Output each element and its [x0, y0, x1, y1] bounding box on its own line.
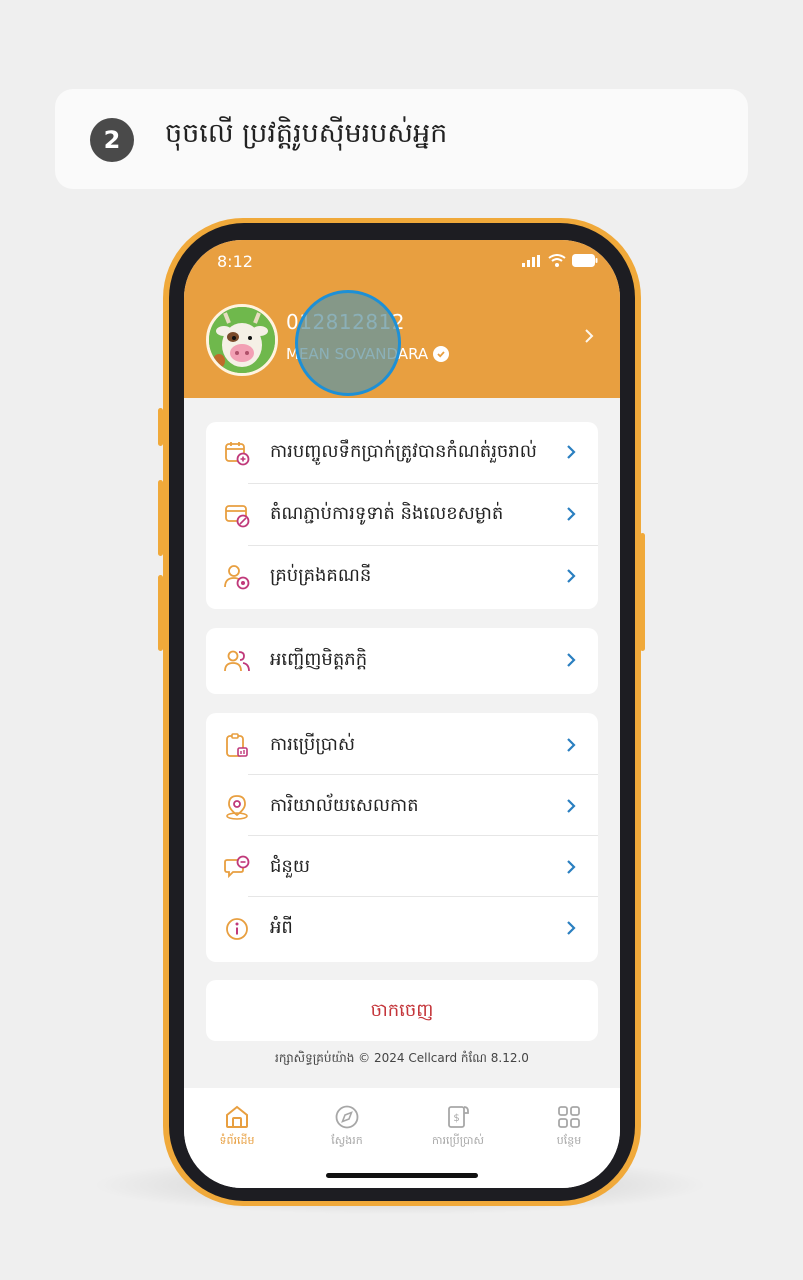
- compass-icon: [335, 1105, 359, 1129]
- signal-icon: [522, 254, 540, 267]
- profile-header[interactable]: 8:12: [184, 240, 620, 398]
- invite-friends-icon: [224, 650, 250, 672]
- tab-label: ការប្រើប្រាស់: [432, 1134, 484, 1147]
- menu-item-invite-friends[interactable]: អញ្ជើញមិត្តភក្តិ: [206, 630, 598, 691]
- chevron-right-icon: [567, 653, 576, 667]
- menu-item-label: អំពី: [270, 917, 293, 938]
- tab-explore[interactable]: ស្វែងរក: [307, 1104, 387, 1150]
- phone-side-button: [158, 480, 163, 556]
- divider: [248, 896, 598, 897]
- phone-side-button: [158, 408, 163, 446]
- tab-label: បន្ថែម: [556, 1134, 582, 1147]
- chevron-right-icon: [567, 445, 576, 459]
- chevron-right-icon: [567, 507, 576, 521]
- phone-side-button: [640, 533, 645, 651]
- copyright-text: រក្សាសិទ្ធគ្រប់យ៉ាង © 2024 Cellcard កំណែ…: [275, 1051, 529, 1065]
- card-settings-icon: [225, 505, 250, 528]
- chevron-right-icon[interactable]: [584, 328, 594, 348]
- step-instruction: ចុចលើ ប្រវត្តិរូបស៊ីមរបស់អ្នក: [165, 118, 448, 149]
- phone-screen: 8:12 ការបញ្ចូលទឹកប្រាក់ត្រូវបានកំណត់រួចរ…: [184, 240, 620, 1188]
- chevron-right-icon: [567, 799, 576, 813]
- step-number-badge: 2: [90, 118, 134, 162]
- menu-item-label: ជំនួយ: [270, 856, 310, 877]
- menu-group-account: ការបញ្ចូលទឹកប្រាក់ត្រូវបានកំណត់រួចរាល់ ត…: [206, 422, 598, 609]
- calendar-plus-icon: [225, 442, 250, 466]
- location-pin-icon: [226, 795, 248, 820]
- grid-icon: [558, 1106, 580, 1128]
- divider: [248, 835, 598, 836]
- menu-item-scheduled-topup[interactable]: ការបញ្ចូលទឹកប្រាក់ត្រូវបានកំណត់រួចរាល់: [206, 422, 598, 483]
- menu-item-payment-link[interactable]: តំណភ្ជាប់ការទូទាត់ និងលេខសម្ងាត់: [206, 484, 598, 545]
- menu-item-label: អញ្ជើញមិត្តភក្តិ: [270, 649, 368, 670]
- tab-more[interactable]: បន្ថែម: [529, 1104, 609, 1150]
- chevron-right-icon: [567, 738, 576, 752]
- divider: [248, 774, 598, 775]
- menu-item-usage[interactable]: ការប្រើប្រាស់: [206, 715, 598, 776]
- home-icon: [226, 1105, 248, 1128]
- info-icon: [226, 918, 248, 940]
- chevron-right-icon: [567, 569, 576, 583]
- menu-item-about[interactable]: អំពី: [206, 898, 598, 959]
- tab-label: ស្វែងរក: [331, 1134, 363, 1147]
- menu-item-help[interactable]: ជំនួយ: [206, 837, 598, 898]
- menu-item-label: ការិយាល័យសេលកាត: [270, 795, 419, 816]
- tab-usage[interactable]: $ ការប្រើប្រាស់: [418, 1104, 498, 1150]
- status-time: 8:12: [217, 252, 253, 271]
- chevron-right-icon: [567, 860, 576, 874]
- menu-item-label: ការប្រើប្រាស់: [270, 734, 355, 755]
- menu-group-support: ការប្រើប្រាស់ ការិយាល័យសេលកាត ជំនួយ អំពី: [206, 713, 598, 962]
- help-chat-icon: [224, 855, 250, 879]
- home-indicator: [326, 1173, 478, 1178]
- wifi-icon: [548, 254, 566, 267]
- menu-group-invite: អញ្ជើញមិត្តភក្តិ: [206, 628, 598, 694]
- menu-item-manage-account[interactable]: គ្រប់គ្រងគណនី: [206, 546, 598, 607]
- menu-item-label: ការបញ្ចូលទឹកប្រាក់ត្រូវបានកំណត់រួចរាល់: [270, 441, 537, 462]
- bottom-tab-bar: ទំព័រដើម ស្វែងរក $ ការប្រើប្រាស់ បន្ថែម: [184, 1088, 620, 1188]
- tab-label: ទំព័រដើម: [219, 1134, 255, 1147]
- svg-text:$: $: [453, 1113, 459, 1124]
- check-circle-icon: [433, 346, 450, 362]
- usage-icon: [226, 733, 248, 757]
- menu-item-cellcard-office[interactable]: ការិយាល័យសេលកាត: [206, 776, 598, 837]
- user-settings-icon: [224, 565, 250, 590]
- receipt-icon: $: [448, 1106, 469, 1128]
- menu-item-label: តំណភ្ជាប់ការទូទាត់ និងលេខសម្ងាត់: [270, 503, 504, 524]
- avatar[interactable]: [206, 304, 278, 376]
- chevron-right-icon: [567, 921, 576, 935]
- logout-button[interactable]: ចាកចេញ: [206, 980, 598, 1041]
- menu-item-label: គ្រប់គ្រងគណនី: [270, 565, 372, 586]
- status-icons: [522, 254, 598, 267]
- battery-icon: [572, 254, 598, 267]
- logout-label: ចាកចេញ: [370, 1000, 434, 1021]
- tap-indicator: [295, 290, 401, 396]
- phone-side-button: [158, 575, 163, 651]
- tab-home[interactable]: ទំព័រដើម: [197, 1104, 277, 1150]
- instruction-card: 2 ចុចលើ ប្រវត្តិរូបស៊ីមរបស់អ្នក: [55, 89, 748, 189]
